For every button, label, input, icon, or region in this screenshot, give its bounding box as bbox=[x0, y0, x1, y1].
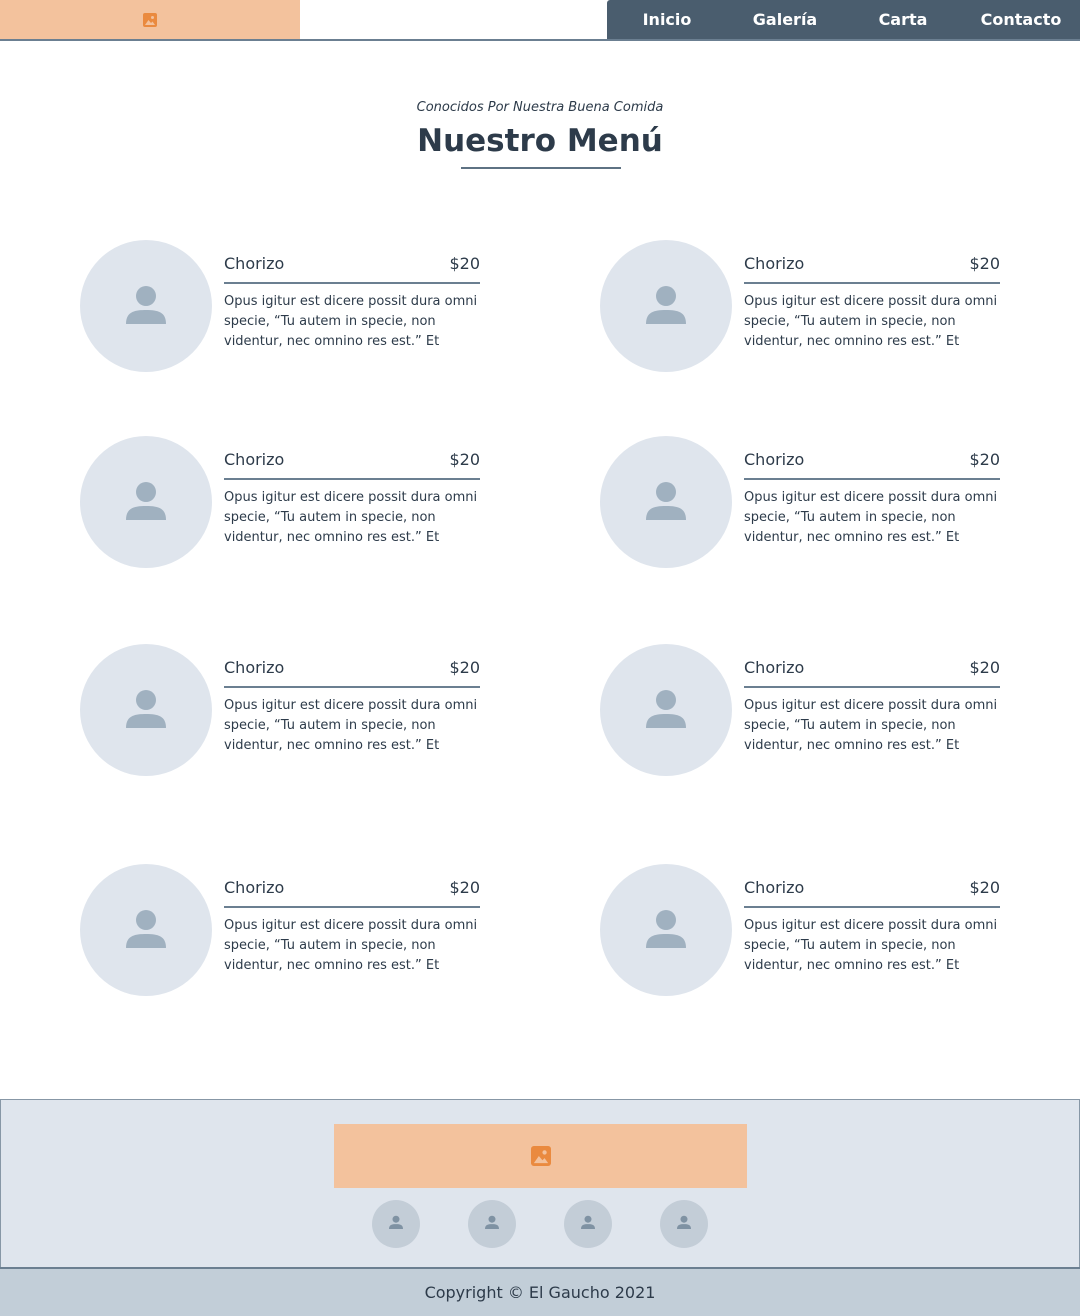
menu-item: Chorizo $20 Opus igitur est dicere possit … bbox=[80, 864, 480, 996]
person-icon bbox=[646, 281, 686, 331]
copyright-bar: Copyright © El Gaucho 2021 bbox=[0, 1267, 1080, 1316]
person-icon bbox=[485, 1214, 499, 1234]
section-title: Nuestro Menú bbox=[417, 123, 663, 159]
menu-item: Chorizo $20 Opus igitur est dicere possit … bbox=[80, 436, 480, 568]
social-link[interactable] bbox=[372, 1200, 420, 1248]
menu-item-divider bbox=[224, 686, 480, 688]
menu-item-name: Chorizo bbox=[744, 658, 805, 677]
title-divider bbox=[461, 167, 621, 169]
menu-item: Chorizo $20 Opus igitur est dicere possit … bbox=[600, 240, 1000, 372]
menu-item-image bbox=[80, 864, 212, 996]
menu-item-divider bbox=[224, 906, 480, 908]
site-logo[interactable] bbox=[0, 0, 300, 39]
copyright-text: Copyright © El Gaucho 2021 bbox=[424, 1283, 656, 1302]
menu-item-image bbox=[80, 644, 212, 776]
menu-item: Chorizo $20 Opus igitur est dicere possit … bbox=[80, 644, 480, 776]
menu-item-name: Chorizo bbox=[224, 254, 285, 273]
menu-item-name: Chorizo bbox=[744, 254, 805, 273]
menu-item-price: $20 bbox=[449, 878, 480, 897]
menu-item-divider bbox=[744, 478, 1000, 480]
menu-item-price: $20 bbox=[969, 254, 1000, 273]
menu-item-image bbox=[600, 864, 732, 996]
menu-item: Chorizo $20 Opus igitur est dicere possit … bbox=[600, 436, 1000, 568]
section-subtitle: Conocidos Por Nuestra Buena Comida bbox=[416, 100, 664, 115]
person-icon bbox=[126, 477, 166, 527]
menu-item-divider bbox=[744, 906, 1000, 908]
menu-item-image bbox=[600, 644, 732, 776]
nav-inicio[interactable]: Inicio bbox=[607, 0, 727, 39]
menu-item-price: $20 bbox=[969, 878, 1000, 897]
menu-item-name: Chorizo bbox=[744, 450, 805, 469]
person-icon bbox=[126, 685, 166, 735]
menu-item-description: Opus igitur est dicere possit dura omni … bbox=[224, 918, 478, 973]
menu-item-description: Opus igitur est dicere possit dura omni … bbox=[224, 698, 478, 753]
menu-item-description: Opus igitur est dicere possit dura omni … bbox=[744, 294, 998, 349]
menu-item: Chorizo $20 Opus igitur est dicere possit … bbox=[80, 240, 480, 372]
person-icon bbox=[389, 1214, 403, 1234]
menu-item-price: $20 bbox=[449, 658, 480, 677]
nav-carta[interactable]: Carta bbox=[843, 0, 963, 39]
footer-logo[interactable] bbox=[334, 1124, 747, 1188]
menu-item-price: $20 bbox=[969, 450, 1000, 469]
person-icon bbox=[677, 1214, 691, 1234]
image-icon bbox=[143, 12, 157, 27]
menu-item-description: Opus igitur est dicere possit dura omni … bbox=[744, 490, 998, 545]
person-icon bbox=[126, 905, 166, 955]
nav-contacto[interactable]: Contacto bbox=[961, 0, 1080, 39]
social-link[interactable] bbox=[564, 1200, 612, 1248]
person-icon bbox=[126, 281, 166, 331]
image-icon bbox=[530, 1146, 551, 1166]
site-header: Inicio Galería Carta Contacto bbox=[0, 0, 1080, 41]
nav-galeria[interactable]: Galería bbox=[725, 0, 845, 39]
menu-item-image bbox=[80, 436, 212, 568]
menu-item-image bbox=[600, 436, 732, 568]
person-icon bbox=[581, 1214, 595, 1234]
person-icon bbox=[646, 477, 686, 527]
social-link[interactable] bbox=[660, 1200, 708, 1248]
menu-item-divider bbox=[224, 478, 480, 480]
menu-item-name: Chorizo bbox=[744, 878, 805, 897]
menu-item-name: Chorizo bbox=[224, 878, 285, 897]
menu-item-price: $20 bbox=[449, 254, 480, 273]
menu-item-description: Opus igitur est dicere possit dura omni … bbox=[224, 490, 478, 545]
menu-item-description: Opus igitur est dicere possit dura omni … bbox=[224, 294, 478, 349]
menu-item-price: $20 bbox=[969, 658, 1000, 677]
menu-item-description: Opus igitur est dicere possit dura omni … bbox=[744, 918, 998, 973]
menu-item-description: Opus igitur est dicere possit dura omni … bbox=[744, 698, 998, 753]
menu-item-image bbox=[600, 240, 732, 372]
person-icon bbox=[646, 685, 686, 735]
menu-item-divider bbox=[744, 282, 1000, 284]
person-icon bbox=[646, 905, 686, 955]
menu-item-divider bbox=[224, 282, 480, 284]
menu-item-divider bbox=[744, 686, 1000, 688]
main-nav: Inicio Galería Carta Contacto bbox=[607, 0, 1080, 39]
social-link[interactable] bbox=[468, 1200, 516, 1248]
menu-item: Chorizo $20 Opus igitur est dicere possit … bbox=[600, 864, 1000, 996]
menu-item-image bbox=[80, 240, 212, 372]
menu-item: Chorizo $20 Opus igitur est dicere possit … bbox=[600, 644, 1000, 776]
menu-item-name: Chorizo bbox=[224, 450, 285, 469]
menu-item-name: Chorizo bbox=[224, 658, 285, 677]
menu-item-price: $20 bbox=[449, 450, 480, 469]
